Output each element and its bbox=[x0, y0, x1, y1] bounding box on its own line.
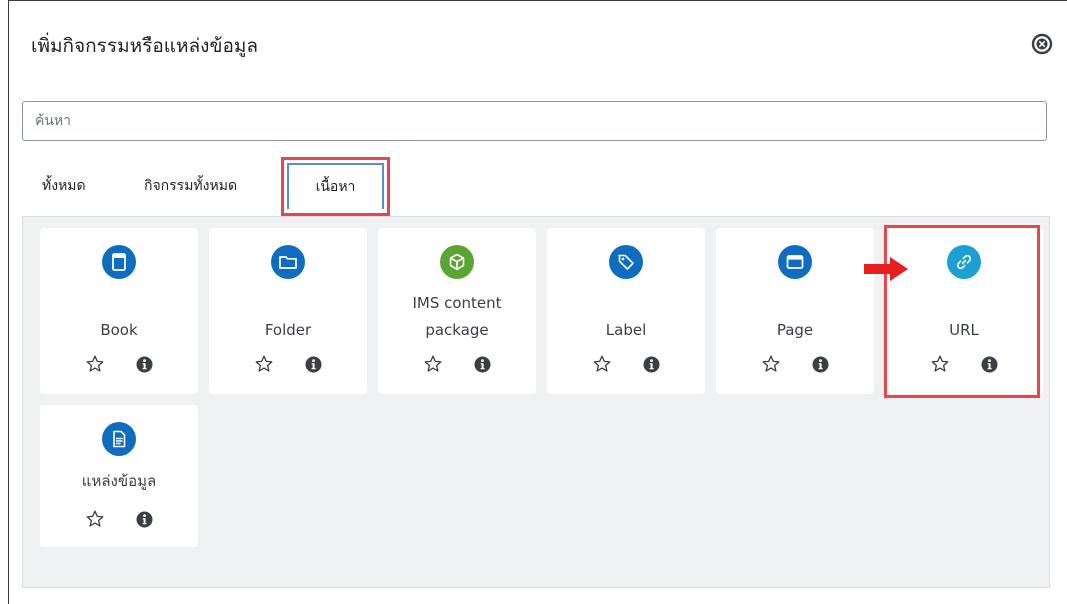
module-card-resource[interactable]: แหล่งข้อมูล bbox=[40, 405, 198, 547]
info-icon[interactable] bbox=[643, 356, 660, 373]
info-icon[interactable] bbox=[812, 356, 829, 373]
modal-title: เพิ่มกิจกรรมหรือแหล่งข้อมูล bbox=[31, 35, 259, 57]
module-card-page[interactable]: Page bbox=[716, 228, 874, 394]
module-name: Book bbox=[100, 321, 138, 339]
tab-all[interactable]: ทั้งหมด bbox=[42, 175, 86, 197]
info-icon[interactable] bbox=[136, 356, 153, 373]
search-input[interactable] bbox=[22, 101, 1047, 141]
module-card-ims-content-package[interactable]: IMS content package bbox=[378, 228, 536, 394]
module-name-line2: package bbox=[425, 321, 489, 339]
tag-icon bbox=[609, 245, 643, 279]
star-icon[interactable] bbox=[592, 354, 612, 374]
red-arrow-icon bbox=[864, 257, 908, 281]
star-icon[interactable] bbox=[85, 509, 105, 529]
star-icon[interactable] bbox=[85, 354, 105, 374]
tab-resources[interactable]: เนื้อหา bbox=[287, 163, 384, 209]
close-icon[interactable] bbox=[1031, 33, 1053, 55]
module-name: Label bbox=[605, 321, 647, 339]
module-name-line1: IMS content bbox=[412, 294, 502, 312]
info-icon[interactable] bbox=[305, 356, 322, 373]
module-name: Page bbox=[776, 321, 814, 339]
info-icon[interactable] bbox=[474, 356, 491, 373]
star-icon[interactable] bbox=[761, 354, 781, 374]
file-document-icon bbox=[102, 422, 136, 456]
tab-resources-label: เนื้อหา bbox=[315, 179, 356, 195]
module-card-label[interactable]: Label bbox=[547, 228, 705, 394]
module-name: แหล่งข้อมูล bbox=[81, 472, 157, 490]
category-tabs: ทั้งหมด กิจกรรมทั้งหมด เนื้อหา bbox=[22, 157, 1052, 216]
star-icon[interactable] bbox=[423, 354, 443, 374]
annotation-highlight-url bbox=[884, 225, 1040, 398]
module-card-book[interactable]: Book bbox=[40, 228, 198, 394]
package-cube-icon bbox=[440, 245, 474, 279]
info-icon[interactable] bbox=[136, 511, 153, 528]
book-icon bbox=[102, 245, 136, 279]
module-name: Folder bbox=[264, 321, 312, 339]
folder-icon bbox=[271, 245, 305, 279]
star-icon[interactable] bbox=[254, 354, 274, 374]
page-window-icon bbox=[778, 245, 812, 279]
module-card-folder[interactable]: Folder bbox=[209, 228, 367, 394]
tab-activities[interactable]: กิจกรรมทั้งหมด bbox=[144, 175, 237, 197]
